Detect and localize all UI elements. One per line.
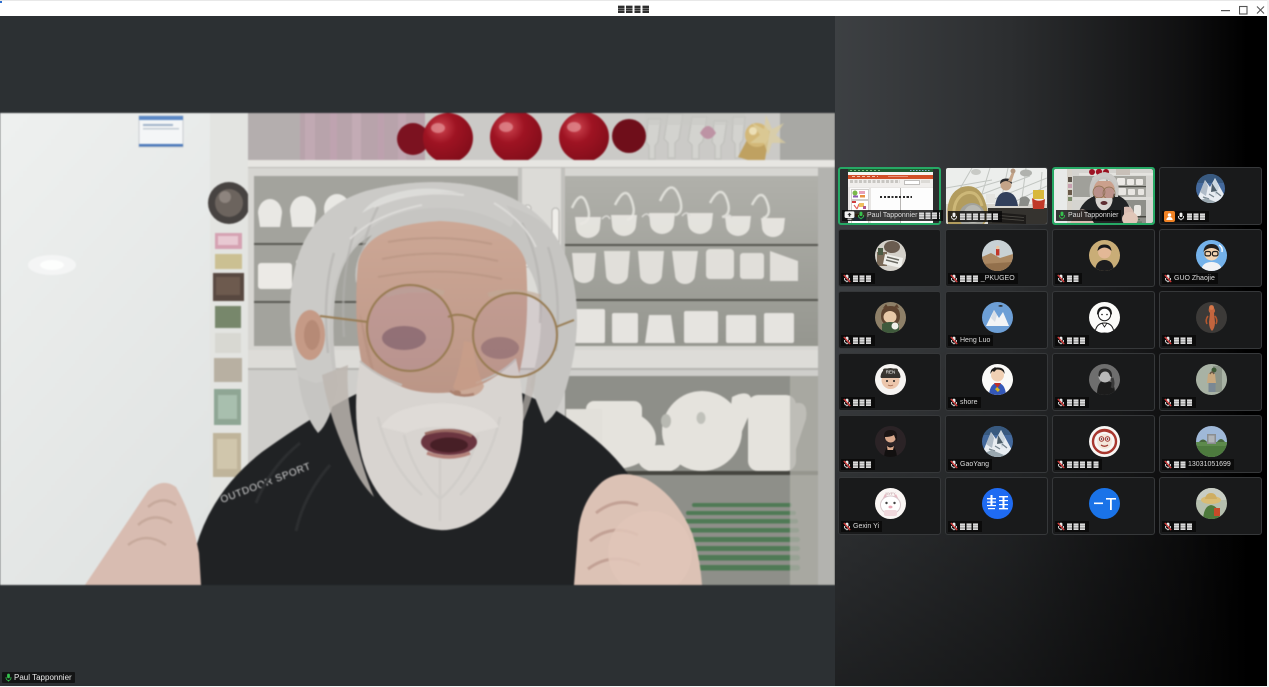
svg-text:REN: REN	[886, 370, 896, 375]
svg-text:MYFY: MYFY	[886, 492, 897, 496]
